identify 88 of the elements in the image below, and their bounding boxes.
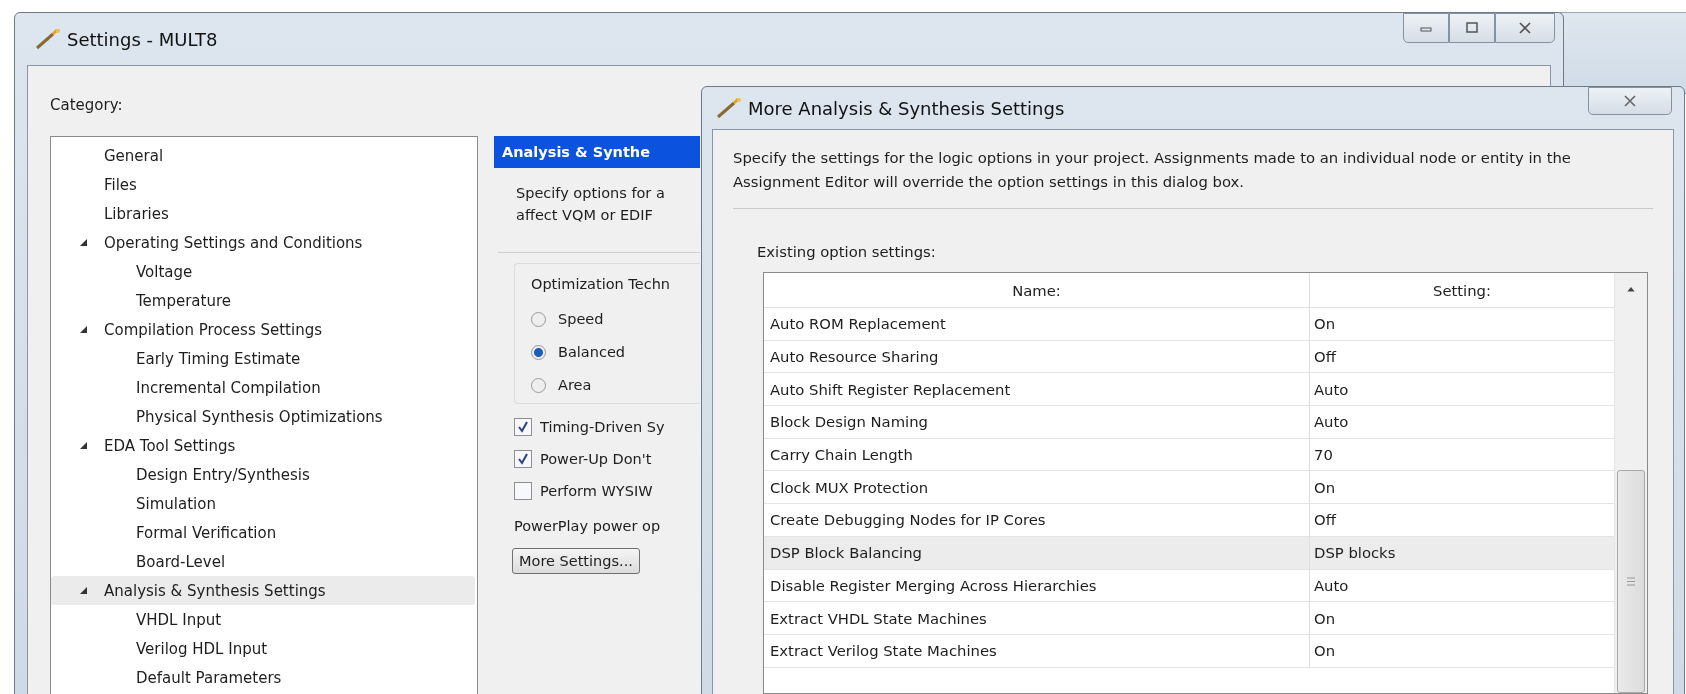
table-cell-text: On: [1313, 477, 1337, 498]
table-row[interactable]: DSP Block Balancing DSP blocks: [764, 536, 1614, 570]
scroll-up-icon: [1626, 286, 1636, 293]
table-cell-text: Off: [1313, 510, 1338, 531]
tree-item[interactable]: Temperature: [51, 286, 475, 315]
table-label: Existing option settings:: [757, 243, 937, 260]
grip-icon: [1626, 577, 1636, 587]
radio-option[interactable]: Speed: [531, 311, 700, 327]
table-cell-text: Auto: [1313, 575, 1350, 596]
window-title: Settings - MULT8: [67, 28, 218, 50]
table-cell: Disable Register Merging Across Hierarchies: [764, 569, 1310, 602]
tree-item[interactable]: Operating Settings and Conditions: [51, 228, 475, 257]
tree-item[interactable]: Compilation Process Settings: [51, 315, 475, 344]
tree-item[interactable]: EDA Tool Settings: [51, 431, 475, 460]
expanded-triangle-icon: [79, 238, 88, 247]
table-cell-text: On: [1313, 641, 1337, 662]
tree-item[interactable]: Incremental Compilation: [51, 373, 475, 402]
close-icon: [1518, 22, 1532, 34]
dialog-description: Specify the settings for the logic options in your project. Assignments made to an individual node or entity in the Assignment Editor will override the option settings in this dialog box.: [733, 148, 1572, 192]
tree-item[interactable]: Simulation: [51, 489, 475, 518]
table-cell-text: Auto: [1313, 379, 1350, 400]
table-cell: Auto Shift Register Replacement: [764, 373, 1310, 406]
maximize-button[interactable]: [1449, 13, 1495, 43]
radio-option[interactable]: Area: [531, 377, 700, 393]
table-row[interactable]: Auto Shift Register Replacement Auto: [764, 373, 1614, 407]
table-cell-text: On: [1313, 608, 1337, 629]
table-cell: Extract VHDL State Machines: [764, 602, 1310, 634]
tree-item[interactable]: Board-Level: [51, 547, 475, 576]
table-row[interactable]: Auto Resource Sharing Off: [764, 340, 1614, 374]
expanded-triangle-icon: [79, 441, 88, 450]
description-text: Specify options for a: [516, 184, 666, 203]
table-cell: Extract Verilog State Machines: [764, 634, 1310, 667]
checkbox-option[interactable]: Perform WYSIW: [514, 482, 700, 500]
tree-item[interactable]: General: [51, 141, 475, 170]
table-cell: Carry Chain Length: [764, 438, 1310, 471]
tree-item[interactable]: VHDL Input: [51, 605, 475, 634]
scrollbar[interactable]: [1614, 273, 1647, 693]
minimize-button[interactable]: [1403, 13, 1449, 43]
wand-icon: [35, 28, 61, 50]
column-header[interactable]: Name:: [764, 273, 1310, 307]
checkbox-option[interactable]: Power-Up Don't: [514, 450, 700, 468]
expanded-triangle-icon: [79, 586, 88, 595]
table-cell: Clock MUX Protection: [764, 471, 1310, 504]
table-row[interactable]: Block Design Naming Auto: [764, 406, 1614, 439]
more-settings-button[interactable]: More Settings...: [512, 548, 640, 574]
table-row[interactable]: Clock MUX Protection On: [764, 471, 1614, 505]
table-cell-text: Off: [1313, 347, 1338, 368]
table-cell-text: 70: [1313, 445, 1334, 466]
expanded-triangle-icon: [79, 325, 88, 334]
table-row[interactable]: Extract Verilog State Machines On: [764, 634, 1614, 668]
table-row[interactable]: Disable Register Merging Across Hierarchies Auto: [764, 569, 1614, 603]
wand-icon: [716, 97, 742, 119]
radio-option[interactable]: Balanced: [531, 344, 700, 360]
checkbox-option[interactable]: Timing-Driven Sy: [514, 418, 700, 436]
column-header[interactable]: Setting:: [1310, 273, 1614, 307]
table-cell-text: On: [1313, 314, 1337, 335]
close-button[interactable]: [1588, 87, 1672, 115]
close-icon: [1623, 95, 1637, 107]
table-row[interactable]: Carry Chain Length 70: [764, 438, 1614, 472]
panel-header: Analysis & Synthe: [494, 136, 700, 168]
dialog-title: More Analysis & Synthesis Settings: [748, 97, 1065, 119]
table-cell: Auto ROM Replacement: [764, 308, 1310, 340]
scroll-thumb[interactable]: [1617, 470, 1645, 693]
table-row[interactable]: Extract VHDL State Machines On: [764, 602, 1614, 635]
table-cell: Create Debugging Nodes for IP Cores: [764, 504, 1310, 536]
maximize-icon: [1465, 22, 1479, 34]
tree-item[interactable]: Libraries: [51, 199, 475, 228]
tree-item[interactable]: Verilog HDL Input: [51, 634, 475, 663]
power-label: PowerPlay power op: [514, 518, 662, 534]
tree-item[interactable]: Analysis & Synthesis Settings: [51, 576, 475, 605]
table-cell: Auto Resource Sharing: [764, 340, 1310, 373]
table-cell-text: DSP blocks: [1313, 543, 1397, 564]
table-row[interactable]: Auto ROM Replacement On: [764, 308, 1614, 341]
group-label: Optimization Techn: [531, 276, 672, 292]
tree-item[interactable]: Early Timing Estimate: [51, 344, 475, 373]
tree-item[interactable]: Files: [51, 170, 475, 199]
table-row[interactable]: Create Debugging Nodes for IP Cores Off: [764, 504, 1614, 537]
tree-item[interactable]: Voltage: [51, 257, 475, 286]
description-text: affect VQM or EDIF: [516, 206, 654, 225]
table-cell: Block Design Naming: [764, 406, 1310, 438]
tree-item[interactable]: Formal Verification: [51, 518, 475, 547]
tree-item[interactable]: Physical Synthesis Optimizations: [51, 402, 475, 431]
table-cell: DSP Block Balancing: [764, 536, 1310, 569]
close-button[interactable]: [1495, 13, 1555, 43]
category-label: Category:: [50, 96, 123, 116]
tree-item[interactable]: Default Parameters: [51, 663, 475, 692]
tree-item[interactable]: Design Entry/Synthesis: [51, 460, 475, 489]
table-cell-text: Auto: [1313, 412, 1350, 433]
